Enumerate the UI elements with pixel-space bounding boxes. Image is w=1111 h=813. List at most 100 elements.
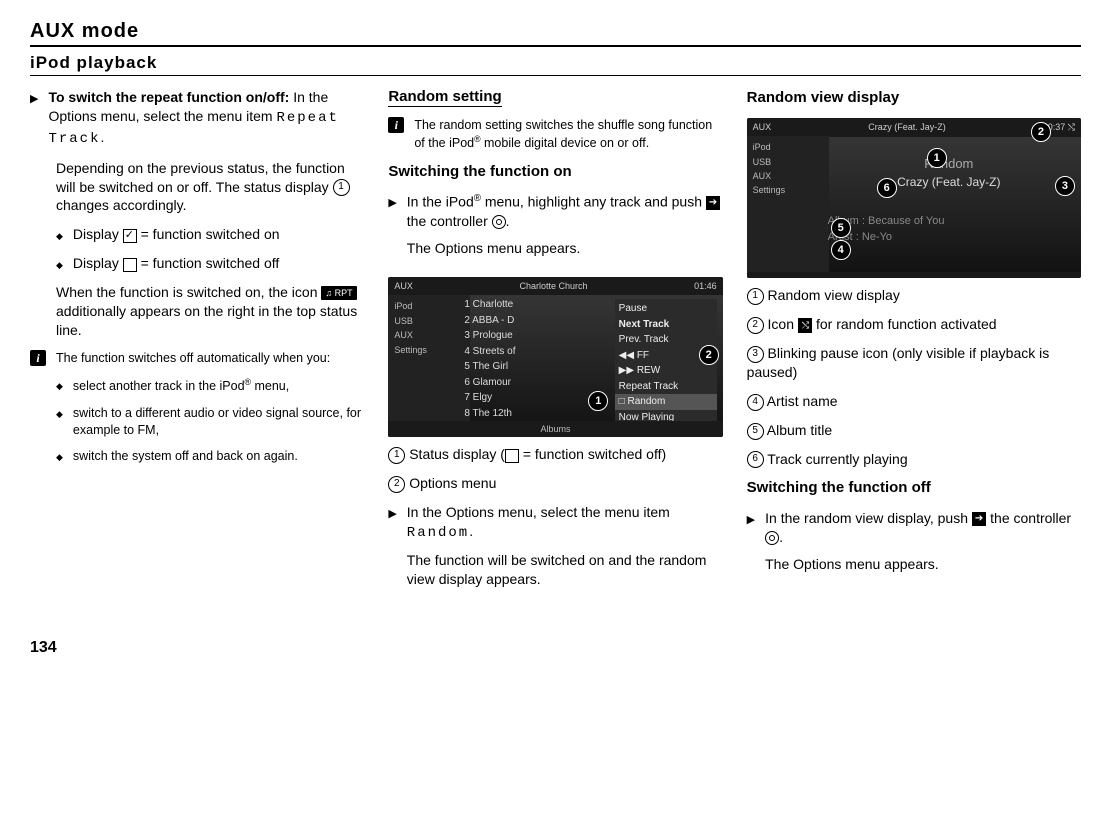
caption-2: 2 Icon ⤭ for random function activated [747,315,1081,334]
text: Random view display [768,287,900,303]
shot-bottom [747,272,1081,278]
list-item: Pause [619,301,713,317]
shot-top-center: Crazy (Feat. Jay-Z) [868,122,946,133]
list-item: 1 Charlotte [464,297,622,313]
text: Depending on the previous status, the fu… [56,160,345,195]
triangle-icon [30,88,38,107]
text: In the iPod [407,194,474,210]
section-title: iPod playback [30,53,1081,73]
callout-1-icon: 1 [333,179,350,196]
text: Albums [540,424,570,434]
when-on-para: When the function is switched on, the ic… [56,283,364,340]
caption-1: 1 Random view display [747,286,1081,305]
text: In the Options menu, select the menu ite… [407,504,670,520]
step: In the iPod® menu, highlight any track a… [388,192,722,267]
shot-sidebar: iPod USB AUX Settings [388,295,470,437]
list-item: Repeat Track [619,379,713,395]
display-on: Display = function switched on [56,225,364,244]
callout-4-icon: 4 [747,394,764,411]
text: . [469,523,473,539]
callout-1-icon: 1 [747,288,764,305]
track-name: Crazy (Feat. Jay-Z) [897,175,1000,189]
text: switch the system off and back on again. [73,448,364,465]
arrow-right-icon: ➔ [706,196,720,210]
list-item: iPod [394,299,464,313]
text: = function switched on [137,226,280,242]
list-item: 6 Glamour [464,375,622,391]
callout-1-icon: 1 [388,447,405,464]
screenshot-random-view: AUX Crazy (Feat. Jay-Z) 00:37 ⤭ iPod USB… [747,118,1081,278]
diamond-icon [56,377,63,394]
text: select another track in the iPod [73,379,245,393]
repeat-status-icon: ♫ RPT [321,286,356,300]
controller-icon [765,531,779,545]
triangle-icon [388,503,396,522]
info-bullet: select another track in the iPod® menu, [56,377,364,395]
text: for random function activated [812,316,996,332]
list-item: 4 Streets of [464,344,622,360]
text: Display [73,226,123,242]
menu-item-random: Random [407,525,469,541]
page-number: 134 [30,639,1081,657]
random-setting-heading: Random setting [388,88,501,107]
triangle-icon [388,192,396,211]
text: Status display ( [409,446,505,462]
callout-6-icon: 6 [877,178,897,198]
callout-6-icon: 6 [747,451,764,468]
list-item: iPod [753,140,823,154]
text: Display [73,255,123,271]
info-block: i The random setting switches the shuffl… [388,117,722,152]
list-item: Settings [394,343,464,357]
step: In the Options menu, select the menu ite… [388,503,722,599]
list-item: □ Random [615,394,717,410]
shot-main: Random Crazy (Feat. Jay-Z) Album : Becau… [823,136,1075,262]
step-result: The Options menu appears. [765,555,1081,574]
page-title: AUX mode [30,20,1081,43]
column-2: Random setting i The random setting swit… [388,88,722,609]
shot-top-right: 01:46 [694,281,717,291]
text: the controller [986,510,1071,526]
text: Artist name [767,393,838,409]
callout-5-icon: 5 [831,218,851,238]
empty-box-icon [505,449,519,463]
text: Blinking pause icon (only visible if pla… [747,345,1050,380]
caption-1: 1 Status display ( = function switched o… [388,445,722,464]
text: = function switched off [137,255,280,271]
callout-1-icon: 1 [927,148,947,168]
album-line: Album : Because of You [818,215,1080,227]
display-off: Display = function switched off [56,254,364,273]
callout-5-icon: 5 [747,423,764,440]
text: Album title [767,422,832,438]
text: = function switched off) [519,446,666,462]
triangle-icon [747,509,755,528]
text: . [100,129,104,145]
list-item: Next Track [619,317,713,333]
switching-on-heading: Switching the function on [388,162,722,182]
step-result: The function will be switched on and the… [407,551,723,589]
text: menu, highlight any track and push [481,194,706,210]
depend-para: Depending on the previous status, the fu… [56,159,364,216]
column-3: Random view display AUX Crazy (Feat. Jay… [747,88,1081,609]
callout-4-icon: 4 [831,240,851,260]
callout-2-icon: 2 [747,317,764,334]
shot-top-center: Charlotte Church [519,281,587,291]
text: additionally appears on the right in the… [56,303,357,338]
list-item: ▶▶ REW [619,363,713,379]
divider [30,75,1081,76]
caption-4: 4 Artist name [747,392,1081,411]
text: mobile digital device on or off. [481,136,650,150]
caption-5: 5 Album title [747,421,1081,440]
list-item: USB [753,155,823,169]
caption-3: 3 Blinking pause icon (only visible if p… [747,344,1081,382]
divider [30,45,1081,47]
list-item: 5 The Girl [464,359,622,375]
list-item: 3 Prologue [464,328,622,344]
callout-2-icon: 2 [388,476,405,493]
shot-options-menu: Pause Next Track Prev. Track ◀◀ FF ▶▶ RE… [615,299,717,427]
shot-top-left: AUX [753,122,772,133]
shot-top-left: AUX [394,281,413,291]
shot-sidebar: iPod USB AUX Settings [747,136,829,278]
text: the controller [407,213,492,229]
info-intro: The function switches off automatically … [56,350,364,367]
controller-icon [492,215,506,229]
